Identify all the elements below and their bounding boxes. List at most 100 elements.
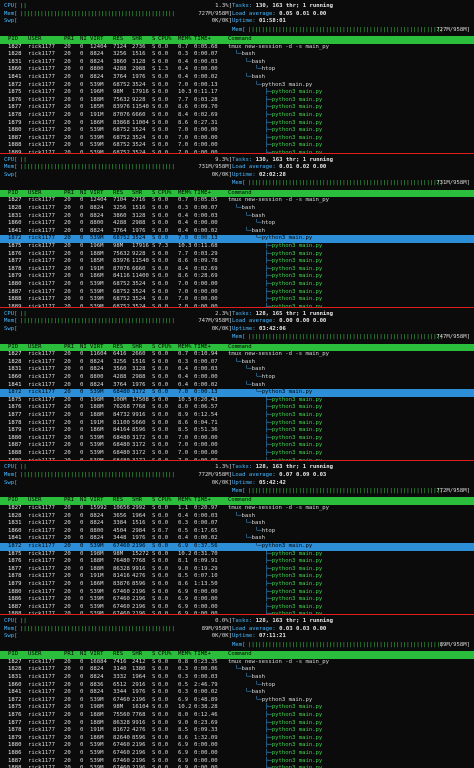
- process-row[interactable]: 1887 rick1177 20 0 539M 68752 3524 S 0.0 7.0 0:00.…: [0, 289, 474, 297]
- column-mem[interactable]: MEM%: [178, 344, 191, 352]
- column-time[interactable]: TIME+: [194, 190, 211, 198]
- process-row[interactable]: 1872 rick1177 20 0 539M 67460 2196 S 0.0 6.9 0:37.…: [0, 542, 474, 551]
- column-virt[interactable]: VIRT: [90, 344, 103, 352]
- process-row[interactable]: 1877 rick1177 20 0 185M 83976 11540 S 0.0 8.6 0:09…: [0, 104, 474, 112]
- process-row[interactable]: 1828 rick1177 20 0 8824 3256 1516 S 0.0 0.3 0:00.0…: [0, 51, 474, 59]
- column-mem[interactable]: MEM%: [178, 36, 191, 44]
- process-row[interactable]: 1841 rick1177 20 0 8824 3764 1976 S 0.0 0.4 0:00.0…: [0, 74, 474, 82]
- column-pid[interactable]: PID: [8, 344, 18, 352]
- process-row[interactable]: 1888 rick1177 20 0 539M 68480 3172 S 0.0 7.0 0:00.…: [0, 450, 474, 458]
- process-row[interactable]: 1880 rick1177 20 0 539M 68752 3524 S 0.0 7.0 0:00.…: [0, 281, 474, 289]
- process-row[interactable]: 1888 rick1177 20 0 539M 674602196 S0.0 6.9 0:00.…: [0, 611, 474, 614]
- process-list[interactable]: 1827 rick1177 20 0 15992 10656 2992 S 0.0 1.1 0:20…: [0, 505, 474, 614]
- process-row[interactable]: 1886 rick1177 20 0 539M 67460 2196 S 0.0 6.9 0:00.…: [0, 596, 474, 604]
- column-header[interactable]: PID USER PRI NI VIRT RES SHR S CPU% MEM% TIME+ Comm…: [0, 651, 474, 659]
- process-row[interactable]: 1828 rick1177 20 0 8824 3256 1516 S 0.0 0.3 0:00.0…: [0, 205, 474, 213]
- process-row[interactable]: 1876 rick1177 20 0 188M 76268 7768 S 0.0 8.0 0:06.…: [0, 404, 474, 412]
- process-row[interactable]: 1875 rick1177 20 0 196M 98M 17916 S 0.0 10.3 0:11.…: [0, 89, 474, 97]
- column-pid[interactable]: PID: [8, 497, 18, 505]
- column-pri[interactable]: PRI: [64, 190, 74, 198]
- column-user[interactable]: USER: [28, 344, 41, 352]
- column-shr[interactable]: SHR: [132, 344, 142, 352]
- process-row[interactable]: 1877 rick1177 20 0 185M 83976 11540 S 0.0 8.6 0:09…: [0, 258, 474, 266]
- process-row[interactable]: 1880 rick1177 20 0 539M 68752 3524 S 0.0 7.0 0:00.…: [0, 127, 474, 135]
- column-shr[interactable]: SHR: [132, 497, 142, 505]
- column-header[interactable]: PID USER PRI NI VIRT RES SHR S CPU% MEM% TIME+ Comm…: [0, 189, 474, 198]
- process-row[interactable]: 1877 rick1177 20 0 188M 84732 9916 S 0.0 8.9 0:12.…: [0, 412, 474, 420]
- column-pri[interactable]: PRI: [64, 497, 74, 505]
- column-header[interactable]: PID USER PRI NI VIRT RES SHR S CPU% MEM% TIME+ Comm…: [0, 343, 474, 352]
- process-row[interactable]: 1876 rick1177 20 0 188M 76480 7768 S 0.0 8.1 0:09.…: [0, 558, 474, 566]
- column-res[interactable]: RES: [113, 497, 123, 505]
- process-row[interactable]: 1827 rick1177 20 0 11604 6416 2660 S 0.0 0.7 0:10.…: [0, 351, 474, 359]
- column-user[interactable]: USER: [28, 36, 41, 44]
- process-row[interactable]: 1875 rick1177 20 0 196M 98M 17916 S 7.3 10.3 0:11.…: [0, 243, 474, 251]
- column-pri[interactable]: PRI: [64, 344, 74, 352]
- process-row[interactable]: 1879 rick1177 20 0 186M 84116 11400 S 0.0 8.6 0:28…: [0, 273, 474, 281]
- column-ni[interactable]: NI: [80, 36, 87, 44]
- column-pri[interactable]: PRI: [64, 651, 74, 659]
- process-row[interactable]: 1878 rick1177 20 0 191M 87076 6660 S 0.0 8.4 0:02.…: [0, 112, 474, 120]
- column-time[interactable]: TIME+: [194, 497, 211, 505]
- process-row[interactable]: 1887 rick1177 20 0 539M 68480 3172 S 0.0 7.0 0:00.…: [0, 442, 474, 450]
- column-command[interactable]: Command: [228, 190, 252, 198]
- process-row[interactable]: 1889 rick1177 20 0 539M 684803172 S0.0 7.0 0:00.…: [0, 458, 474, 461]
- column-mem[interactable]: MEM%: [178, 651, 191, 659]
- process-row[interactable]: 1889 rick1177 20 0 539M 687523524 S0.0 7.0 0:00.…: [0, 150, 474, 153]
- process-row[interactable]: 1860 rick1177 20 0 8800 4288 2988 S 0.0 0.4 0:00.0…: [0, 220, 474, 228]
- process-row[interactable]: 1876 rick1177 20 0 188M 75560 7768 S 0.0 8.0 0:12.…: [0, 712, 474, 720]
- column-ni[interactable]: NI: [80, 497, 87, 505]
- column-cpu[interactable]: CPU%: [158, 344, 171, 352]
- column-pid[interactable]: PID: [8, 651, 18, 659]
- process-row[interactable]: 1877 rick1177 20 0 188M 86328 9916 S 0.0 9.0 0:23.…: [0, 720, 474, 728]
- column-command[interactable]: Command: [228, 344, 252, 352]
- column-res[interactable]: RES: [113, 344, 123, 352]
- column-cpu[interactable]: CPU%: [158, 651, 171, 659]
- column-state[interactable]: S: [152, 36, 155, 44]
- column-virt[interactable]: VIRT: [90, 36, 103, 44]
- column-res[interactable]: RES: [113, 190, 123, 198]
- column-ni[interactable]: NI: [80, 651, 87, 659]
- column-state[interactable]: S: [152, 497, 155, 505]
- process-row[interactable]: 1841 rick1177 20 0 8824 3344 1976 S 0.0 0.3 0:00.0…: [0, 689, 474, 697]
- process-row[interactable]: 1879 rick1177 20 0 186M 83868 11004 S 0.0 8.6 0:27…: [0, 120, 474, 128]
- column-command[interactable]: Command: [228, 651, 252, 659]
- column-user[interactable]: USER: [28, 497, 41, 505]
- column-command[interactable]: Command: [228, 36, 252, 44]
- process-row[interactable]: 1860 rick1177 20 0 8800 4288 2988 S 0.0 0.4 0:00.0…: [0, 374, 474, 382]
- process-row[interactable]: 1886 rick1177 20 0 539M 67460 2196 S 0.0 6.9 0:00.…: [0, 750, 474, 758]
- column-state[interactable]: S: [152, 651, 155, 659]
- column-time[interactable]: TIME+: [194, 344, 211, 352]
- process-row[interactable]: 1878 rick1177 20 0 191M 81416 4276 S 0.0 8.5 0:07.…: [0, 573, 474, 581]
- column-user[interactable]: USER: [28, 651, 41, 659]
- column-pid[interactable]: PID: [8, 36, 18, 44]
- process-row[interactable]: 1880 rick1177 20 0 539M 67460 2196 S 0.0 6.9 0:00.…: [0, 742, 474, 750]
- process-list[interactable]: 1827 rick1177 20 0 12404 7124 2736 S 0.0 0.7 0:05.…: [0, 44, 474, 153]
- column-header[interactable]: PID USER PRI NI VIRT RES SHR S CPU% MEM% TIME+ Comm…: [0, 36, 474, 44]
- process-row[interactable]: 1828 rick1177 20 0 8824 3140 1380 S 0.0 0.3 0:00.0…: [0, 666, 474, 674]
- column-ni[interactable]: NI: [80, 344, 87, 352]
- process-row[interactable]: 1827 rick1177 20 0 15992 10656 2992 S 0.0 1.1 0:20…: [0, 505, 474, 513]
- process-row[interactable]: 1878 rick1177 20 0 191M 81100 5660 S 0.0 8.6 0:04.…: [0, 420, 474, 428]
- column-ni[interactable]: NI: [80, 190, 87, 198]
- process-row[interactable]: 1878 rick1177 20 0 191M 81672 4276 S 0.0 8.5 0:09.…: [0, 727, 474, 735]
- column-state[interactable]: S: [152, 190, 155, 198]
- process-row[interactable]: 1860 rick1177 20 0 8800 4288 2988 S 1.3 0.4 0:00.0…: [0, 66, 474, 74]
- column-time[interactable]: TIME+: [194, 651, 211, 659]
- process-list[interactable]: 1827 rick1177 20 0 16884 7416 2412 S 0.0 0.8 0:23.…: [0, 659, 474, 768]
- column-command[interactable]: Command: [228, 497, 252, 505]
- process-row[interactable]: 1872 rick1177 20 0 539M 68752 3524 S 0.0 7.0 0:00.…: [0, 235, 474, 243]
- column-mem[interactable]: MEM%: [178, 190, 191, 198]
- process-row[interactable]: 1841 rick1177 20 0 8824 3448 1976 S 0.0 0.4 0:00.0…: [0, 535, 474, 543]
- column-pid[interactable]: PID: [8, 190, 18, 198]
- column-state[interactable]: S: [152, 344, 155, 352]
- process-list[interactable]: 1827 rick1177 20 0 11604 6416 2660 S 0.0 0.7 0:10.…: [0, 351, 474, 460]
- column-header[interactable]: PID USER PRI NI VIRT RES SHR S CPU% MEM% TIME+ Comm…: [0, 497, 474, 505]
- process-row[interactable]: 1879 rick1177 20 0 186M 84164 8596 S 0.0 8.5 0:51.…: [0, 427, 474, 435]
- column-pri[interactable]: PRI: [64, 36, 74, 44]
- process-row[interactable]: 1880 rick1177 20 0 539M 67460 2196 S 0.0 6.9 0:00.…: [0, 589, 474, 597]
- column-res[interactable]: RES: [113, 651, 123, 659]
- column-mem[interactable]: MEM%: [178, 497, 191, 505]
- process-list[interactable]: 1827 rick1177 20 0 12404 7104 2716 S 0.0 0.7 0:05.…: [0, 197, 474, 307]
- process-row[interactable]: 1876 rick1177 20 0 188M 75632 9228 S 0.0 7.7 0:03.…: [0, 251, 474, 259]
